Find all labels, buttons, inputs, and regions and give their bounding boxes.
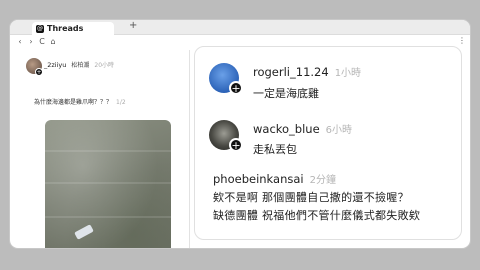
- new-tab-button[interactable]: +: [129, 20, 137, 31]
- post-time: 20小時: [94, 62, 115, 69]
- follow-plus-icon[interactable]: +: [229, 81, 243, 95]
- original-post: + _2ziiyu 松柏潮 20小時 為什麼海邊都是雞爪啊？？？ 1/2: [12, 50, 190, 248]
- comment-text: 走私丟包: [253, 143, 297, 156]
- post-body: 為什麼海邊都是雞爪啊？？？: [34, 99, 113, 106]
- tab-title: Threads: [47, 24, 84, 33]
- browser-window: @ Threads + ‹ › C ⌂ ⋮ + _2ziiyu 松柏潮 20小時…: [10, 20, 470, 248]
- comment-text-line: 欸不是啊 那個團體自己撒的還不撿喔？: [213, 191, 409, 204]
- comment-username[interactable]: wacko_blue: [253, 122, 320, 136]
- comment-time: 1小時: [334, 68, 362, 79]
- post-tag[interactable]: 松柏潮: [71, 60, 89, 69]
- threads-logo-icon: @: [36, 24, 44, 33]
- follow-plus-icon[interactable]: +: [229, 138, 243, 152]
- tab-threads[interactable]: @ Threads: [32, 22, 114, 35]
- tab-bar: @ Threads +: [10, 20, 470, 35]
- comment-username[interactable]: rogerli_11.24: [253, 65, 329, 79]
- comment-username[interactable]: phoebeinkansai: [213, 172, 304, 186]
- home-icon[interactable]: ⌂: [49, 37, 57, 46]
- post-header: _2ziiyu 松柏潮 20小時: [44, 60, 115, 70]
- forward-icon[interactable]: ›: [27, 37, 35, 46]
- floating-object: [74, 224, 94, 240]
- comment-text-line: 缺德團體 祝福他們不管什麼儀式都失敗欸: [213, 209, 421, 222]
- comment-time: 2分鐘: [309, 175, 336, 186]
- follow-plus-icon[interactable]: +: [35, 68, 43, 76]
- browser-menu-icon[interactable]: ⋮: [458, 36, 466, 45]
- comment-text: 一定是海底雞: [253, 87, 319, 100]
- post-text: 為什麼海邊都是雞爪啊？？？ 1/2: [34, 97, 184, 106]
- back-icon[interactable]: ‹: [16, 37, 24, 46]
- post-image[interactable]: [45, 120, 171, 248]
- reload-icon[interactable]: C: [38, 37, 46, 46]
- post-username[interactable]: _2ziiyu: [44, 61, 66, 69]
- image-page-indicator: 1/2: [116, 99, 126, 106]
- comment-time: 6小時: [325, 125, 353, 136]
- comment-panel: + rogerli_11.24 1小時 一定是海底雞 + wacko_blue …: [194, 46, 462, 240]
